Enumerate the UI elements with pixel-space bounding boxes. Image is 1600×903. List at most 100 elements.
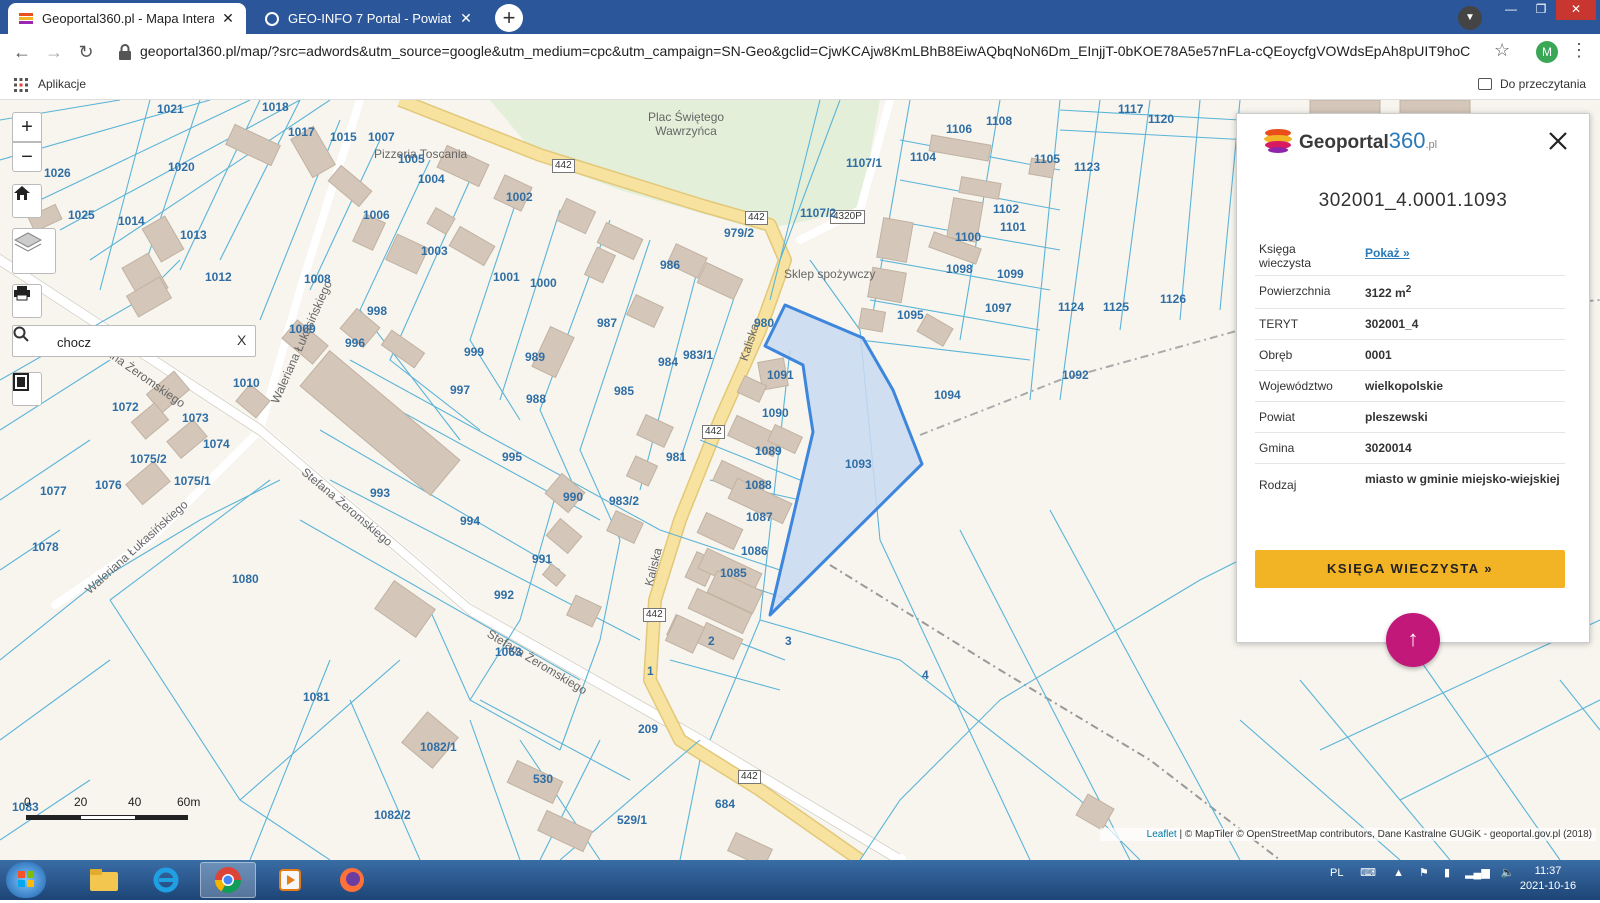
parcel-number-label[interactable]: 1093 (845, 457, 872, 471)
taskbar-clock[interactable]: 11:37 2021-10-16 (1508, 864, 1588, 894)
ksiega-wieczysta-button[interactable]: KSIĘGA WIECZYSTA » (1255, 550, 1565, 588)
parcel-number-label[interactable]: 990 (563, 490, 583, 504)
parcel-number-label[interactable]: 1082/2 (374, 808, 411, 822)
language-indicator[interactable]: PL (1330, 867, 1343, 879)
taskbar-explorer[interactable] (76, 862, 132, 898)
reading-list-icon[interactable] (1478, 78, 1492, 90)
search-clear-button[interactable]: X (237, 332, 246, 348)
parcel-number-label[interactable]: 980 (754, 316, 774, 330)
parcel-number-label[interactable]: 983/1 (683, 348, 713, 362)
parcel-number-label[interactable]: 1117 (1118, 102, 1143, 116)
tab-geoportal360[interactable]: Geoportal360.pl - Mapa Interaktywna ✕ (8, 3, 246, 34)
start-button[interactable] (6, 862, 46, 898)
bookmark-star-icon[interactable]: ☆ (1494, 40, 1510, 61)
parcel-number-label[interactable]: 1020 (168, 160, 195, 174)
search-input[interactable] (57, 332, 227, 352)
parcel-number-label[interactable]: 1007 (368, 130, 395, 144)
parcel-number-label[interactable]: 1006 (363, 208, 390, 222)
parcel-number-label[interactable]: 1012 (205, 270, 232, 284)
leaflet-link[interactable]: Leaflet (1147, 829, 1177, 840)
measure-button[interactable] (12, 372, 42, 406)
parcel-number-label[interactable]: 997 (450, 383, 470, 397)
close-window-button[interactable]: ✕ (1556, 0, 1596, 20)
parcel-number-label[interactable]: 979/2 (724, 226, 754, 240)
parcel-number-label[interactable]: 2 (708, 634, 715, 648)
back-arrow-icon[interactable]: ← (10, 40, 34, 64)
zoom-out-button[interactable]: − (12, 142, 42, 172)
battery-icon[interactable]: ▮ (1444, 867, 1450, 879)
parcel-number-label[interactable]: 1086 (741, 544, 768, 558)
parcel-number-label[interactable]: 1000 (530, 276, 557, 290)
parcel-number-label[interactable]: 1025 (68, 208, 95, 222)
parcel-number-label[interactable]: 1021 (157, 102, 184, 116)
forward-arrow-icon[interactable]: → (42, 40, 66, 64)
parcel-number-label[interactable]: 1072 (112, 400, 139, 414)
parcel-number-label[interactable]: 1076 (95, 478, 122, 492)
show-hidden-icon[interactable]: ▲ (1393, 867, 1404, 879)
parcel-number-label[interactable]: 1005 (398, 152, 425, 166)
parcel-number-label[interactable]: 1018 (262, 100, 289, 114)
parcel-number-label[interactable]: 1013 (180, 228, 207, 242)
parcel-number-label[interactable]: 1003 (421, 244, 448, 258)
close-icon[interactable] (1547, 130, 1569, 152)
network-signal-icon[interactable]: ▂▄▆ (1465, 867, 1490, 879)
show-kw-link[interactable]: Pokaż » (1365, 234, 1565, 275)
parcel-number-label[interactable]: 1081 (303, 690, 330, 704)
reload-icon[interactable]: ↻ (74, 40, 98, 64)
parcel-number-label[interactable]: 1100 (955, 230, 981, 244)
parcel-number-label[interactable]: 988 (526, 392, 546, 406)
parcel-number-label[interactable]: 987 (597, 316, 617, 330)
parcel-number-label[interactable]: 992 (494, 588, 514, 602)
parcel-number-label[interactable]: 1120 (1148, 112, 1174, 126)
parcel-number-label[interactable]: 1098 (946, 262, 973, 276)
parcel-number-label[interactable]: 529/1 (617, 813, 647, 827)
parcel-number-label[interactable]: 993 (370, 486, 390, 500)
parcel-number-label[interactable]: 1001 (493, 270, 520, 284)
parcel-number-label[interactable]: 1002 (506, 190, 533, 204)
parcel-number-label[interactable]: 1126 (1160, 292, 1186, 306)
parcel-number-label[interactable]: 985 (614, 384, 634, 398)
browser-menu-icon[interactable]: ⋮ (1570, 40, 1588, 61)
apps-grid-icon[interactable] (14, 78, 28, 92)
parcel-number-label[interactable]: 1125 (1103, 300, 1129, 314)
parcel-number-label[interactable]: 1124 (1058, 300, 1084, 314)
parcel-number-label[interactable]: 1088 (745, 478, 772, 492)
parcel-number-label[interactable]: 1090 (762, 406, 789, 420)
parcel-number-label[interactable]: 1104 (910, 150, 936, 164)
parcel-number-label[interactable]: 1095 (897, 308, 924, 322)
keyboard-icon[interactable]: ⌨ (1360, 867, 1376, 879)
parcel-number-label[interactable]: 986 (660, 258, 680, 272)
parcel-number-label[interactable]: 530 (533, 772, 553, 786)
parcel-number-label[interactable]: 1107/1 (846, 156, 882, 170)
parcel-number-label[interactable]: 1014 (118, 214, 145, 228)
parcel-number-label[interactable]: 3 (785, 634, 792, 648)
parcel-number-label[interactable]: 1080 (232, 572, 259, 586)
parcel-number-label[interactable]: 1075/2 (130, 452, 167, 466)
taskbar-chrome[interactable] (200, 862, 256, 898)
parcel-number-label[interactable]: 209 (638, 722, 658, 736)
parcel-number-label[interactable]: 1101 (1000, 220, 1026, 234)
print-button[interactable] (12, 284, 42, 318)
parcel-number-label[interactable]: 1004 (418, 172, 445, 186)
parcel-number-label[interactable]: 1017 (288, 125, 315, 139)
home-button[interactable] (12, 184, 42, 218)
tab-geo-info[interactable]: GEO-INFO 7 Portal - Powiat Pleszewski ✕ (254, 3, 484, 34)
parcel-number-label[interactable]: 1106 (946, 122, 972, 136)
parcel-number-label[interactable]: 1092 (1062, 368, 1089, 382)
parcel-number-label[interactable]: 1009 (289, 322, 316, 336)
parcel-number-label[interactable]: 1091 (767, 368, 794, 382)
parcel-number-label[interactable]: 984 (658, 355, 678, 369)
parcel-number-label[interactable]: 991 (532, 552, 552, 566)
parcel-number-label[interactable]: 1108 (986, 114, 1012, 128)
parcel-number-label[interactable]: 1 (647, 664, 654, 678)
parcel-number-label[interactable]: 1105 (1034, 152, 1060, 166)
parcel-number-label[interactable]: 1107/2 (800, 206, 836, 220)
parcel-number-label[interactable]: 1063 (495, 645, 522, 659)
parcel-number-label[interactable]: 1097 (985, 301, 1012, 315)
reading-list-label[interactable]: Do przeczytania (1500, 77, 1586, 91)
search-box[interactable]: X (12, 325, 256, 357)
address-bar[interactable]: geoportal360.pl/map/?src=adwords&utm_sou… (140, 43, 1470, 59)
parcel-number-label[interactable]: 1099 (997, 267, 1024, 281)
parcel-number-label[interactable]: 684 (715, 797, 735, 811)
new-tab-button[interactable]: + (495, 4, 523, 32)
